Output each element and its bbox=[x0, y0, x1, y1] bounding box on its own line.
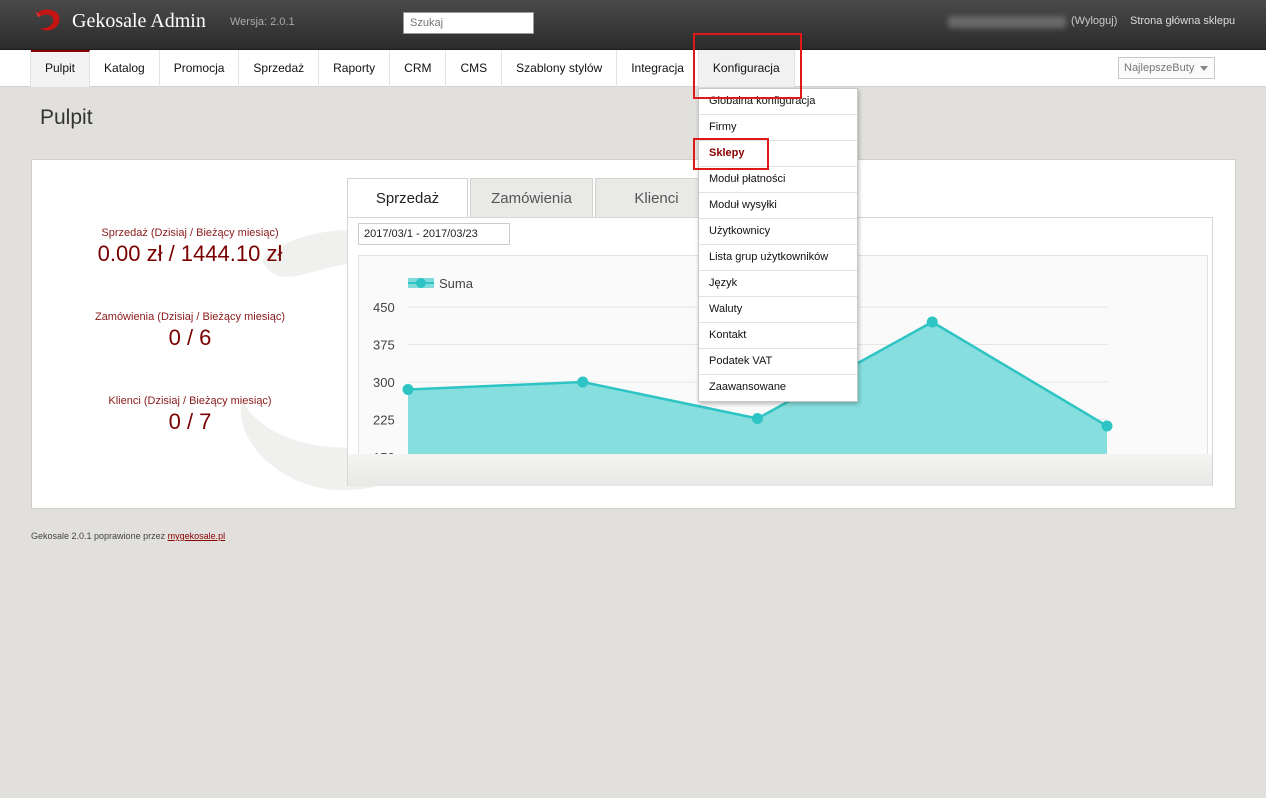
stat-sales-label: Sprzedaż (Dzisiaj / Bieżący miesiąc) bbox=[101, 227, 279, 239]
brand-title[interactable]: Gekosale Admin bbox=[72, 10, 206, 33]
data-point bbox=[752, 413, 763, 424]
data-point bbox=[926, 316, 938, 328]
nav-item-pulpit[interactable]: Pulpit bbox=[31, 50, 91, 87]
stat-clients: Klienci (Dzisiaj / Bieżący miesiąc) 0 / … bbox=[72, 395, 308, 435]
menu-item-zaawansowane[interactable]: Zaawansowane bbox=[699, 375, 857, 401]
stat-clients-value: 0 / 7 bbox=[168, 409, 212, 434]
page-title: Pulpit bbox=[40, 106, 93, 129]
stat-orders: Zamówienia (Dzisiaj / Bieżący miesiąc) 0… bbox=[72, 311, 308, 351]
y-tick-label: 375 bbox=[373, 338, 395, 353]
username-blurred bbox=[948, 16, 1066, 28]
chart-tabs: Sprzedaż Zamówienia Klienci bbox=[347, 178, 720, 218]
nav-item-integracja[interactable]: Integracja bbox=[617, 50, 699, 87]
nav-item-cms[interactable]: CMS bbox=[446, 50, 503, 87]
menu-item-lista-grup-uzytkownikow[interactable]: Lista grup użytkowników bbox=[699, 245, 857, 271]
nav-item-katalog[interactable]: Katalog bbox=[90, 50, 160, 87]
nav-item-crm[interactable]: CRM bbox=[390, 50, 447, 87]
footer: Gekosale 2.0.1 poprawione przez mygekosa… bbox=[31, 531, 225, 541]
gekosale-logo-icon[interactable] bbox=[34, 8, 64, 34]
logout-link[interactable]: (Wyloguj) bbox=[1071, 15, 1117, 27]
menu-item-podatek-vat[interactable]: Podatek VAT bbox=[699, 349, 857, 375]
store-select-value: NajlepszeButy bbox=[1124, 62, 1195, 74]
chart-footer-strip bbox=[348, 454, 1212, 486]
top-bar: Gekosale Admin Wersja: 2.0.1 (Wyloguj) S… bbox=[0, 0, 1266, 50]
shop-home-link[interactable]: Strona główna sklepu bbox=[1130, 15, 1235, 27]
stat-orders-label: Zamówienia (Dzisiaj / Bieżący miesiąc) bbox=[94, 311, 286, 323]
footer-text: Gekosale 2.0.1 poprawione przez bbox=[31, 531, 168, 541]
y-tick-label: 300 bbox=[373, 375, 395, 390]
menu-item-waluty[interactable]: Waluty bbox=[699, 297, 857, 323]
date-range-input[interactable]: 2017/03/1 - 2017/03/23 bbox=[358, 223, 510, 245]
highlight-box-konfiguracja bbox=[693, 33, 802, 99]
main-nav: Pulpit Katalog Promocja Sprzedaż Raporty CRM C… bbox=[30, 50, 795, 87]
stat-clients-label: Klienci (Dzisiaj / Bieżący miesiąc) bbox=[108, 395, 272, 407]
search-input[interactable] bbox=[403, 12, 534, 34]
y-tick-label: 225 bbox=[373, 413, 395, 428]
main-nav-bar: Pulpit Katalog Promocja Sprzedaż Raporty CRM C… bbox=[0, 50, 1266, 87]
nav-item-szablony-stylow[interactable]: Szablony stylów bbox=[502, 50, 618, 87]
version-label: Wersja: 2.0.1 bbox=[230, 16, 295, 28]
tab-zamowienia[interactable]: Zamówienia bbox=[470, 178, 593, 218]
data-point bbox=[402, 384, 414, 395]
y-tick-label: 450 bbox=[373, 300, 395, 315]
menu-item-jezyk[interactable]: Język bbox=[699, 271, 857, 297]
footer-link[interactable]: mygekosale.pl bbox=[168, 531, 226, 541]
config-dropdown-menu: Globalna konfiguracja Firmy Sklepy Moduł pł… bbox=[698, 88, 858, 402]
menu-item-modul-wysylki[interactable]: Moduł wysyłki bbox=[699, 193, 857, 219]
stat-orders-value: 0 / 6 bbox=[168, 325, 212, 350]
data-point bbox=[1101, 420, 1113, 432]
dashboard-panel: Sprzedaż (Dzisiaj / Bieżący miesiąc) 0.0… bbox=[31, 159, 1236, 509]
chevron-down-icon bbox=[1200, 66, 1208, 71]
menu-item-kontakt[interactable]: Kontakt bbox=[699, 323, 857, 349]
data-point bbox=[577, 376, 589, 388]
nav-item-raporty[interactable]: Raporty bbox=[319, 50, 391, 87]
legend-label: Suma bbox=[439, 276, 474, 291]
menu-item-uzytkownicy[interactable]: Użytkownicy bbox=[699, 219, 857, 245]
store-select[interactable]: NajlepszeButy bbox=[1118, 57, 1215, 79]
stat-sales-value: 0.00 zł / 1444.10 zł bbox=[97, 241, 283, 266]
nav-item-promocja[interactable]: Promocja bbox=[160, 50, 240, 87]
menu-item-modul-platnosci[interactable]: Moduł płatności bbox=[699, 167, 857, 193]
tab-sprzedaz[interactable]: Sprzedaż bbox=[347, 178, 468, 218]
legend-marker bbox=[416, 278, 426, 288]
stat-sales: Sprzedaż (Dzisiaj / Bieżący miesiąc) 0.0… bbox=[72, 227, 308, 267]
highlight-box-sklepy bbox=[693, 138, 769, 170]
nav-item-sprzedaz[interactable]: Sprzedaż bbox=[239, 50, 320, 87]
